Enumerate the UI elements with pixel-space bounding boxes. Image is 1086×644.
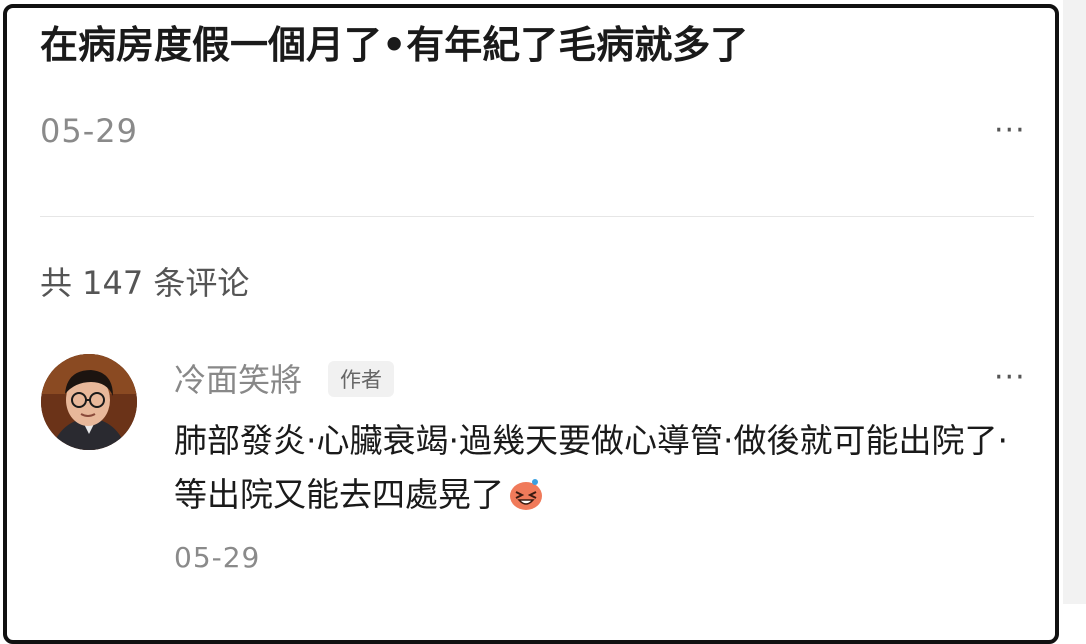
- comment-author-name[interactable]: 冷面笑將: [174, 355, 302, 401]
- background-margin: [1063, 0, 1086, 604]
- laughing-face-icon: [510, 479, 542, 510]
- post-title: 在病房度假一個月了•有年紀了毛病就多了: [40, 23, 749, 67]
- comment-date: 05-29: [174, 541, 261, 574]
- comment-count: 共 147 条评论: [40, 264, 250, 302]
- comment-more-icon[interactable]: ···: [994, 363, 1026, 393]
- post-card: [3, 4, 1059, 644]
- divider: [40, 216, 1034, 217]
- post-more-icon[interactable]: ···: [994, 116, 1026, 146]
- avatar-image: [41, 354, 137, 450]
- avatar[interactable]: [41, 354, 137, 450]
- comment-text: 肺部發炎·心臟衰竭·過幾天要做心導管·做後就可能出院了·等出院又能去四處晃了: [174, 421, 1008, 514]
- post-date: 05-29: [40, 112, 138, 150]
- comment-body: 肺部發炎·心臟衰竭·過幾天要做心導管·做後就可能出院了·等出院又能去四處晃了: [174, 414, 1034, 522]
- author-badge: 作者: [328, 361, 394, 397]
